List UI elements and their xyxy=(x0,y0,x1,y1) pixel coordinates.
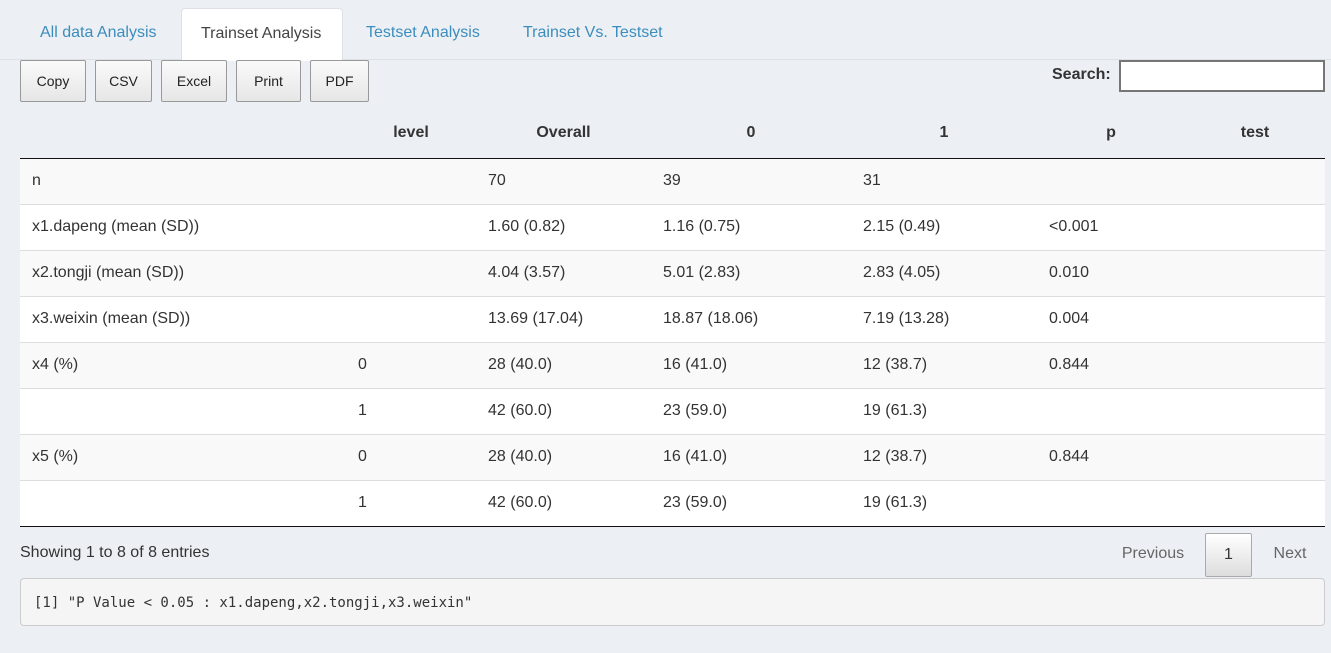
test-cell xyxy=(1185,203,1325,250)
group-0-cell: 16 (41.0) xyxy=(651,433,851,480)
level-cell xyxy=(346,203,476,250)
group-1-cell: 31 xyxy=(851,158,1037,204)
test-cell xyxy=(1185,433,1325,480)
overall-cell: 28 (40.0) xyxy=(476,341,651,388)
p-value-cell: 0.010 xyxy=(1037,249,1185,296)
p-value-cell: 0.004 xyxy=(1037,295,1185,342)
table-row: 1 42 (60.0) 23 (59.0) 19 (61.3) xyxy=(20,387,1325,434)
level-cell xyxy=(346,249,476,296)
data-table: level Overall 0 1 p test n 70 39 31 x1.dapen… xyxy=(20,108,1325,527)
column-header-level[interactable]: level xyxy=(346,108,476,159)
next-page-button[interactable]: Next xyxy=(1260,533,1320,577)
p-value-cell xyxy=(1037,479,1185,527)
variable-cell: x5 (%) xyxy=(20,433,346,480)
overall-cell: 4.04 (3.57) xyxy=(476,249,651,296)
overall-cell: 42 (60.0) xyxy=(476,387,651,434)
search-input[interactable] xyxy=(1119,60,1325,92)
table-row: x2.tongji (mean (SD)) 4.04 (3.57) 5.01 (2.… xyxy=(20,249,1325,296)
test-cell xyxy=(1185,295,1325,342)
level-cell: 1 xyxy=(346,479,476,527)
tab-trainset-vs-testset[interactable]: Trainset Vs. Testset xyxy=(504,8,682,60)
test-cell xyxy=(1185,158,1325,204)
table-header-row: level Overall 0 1 p test xyxy=(20,108,1325,159)
level-cell: 0 xyxy=(346,341,476,388)
print-button[interactable]: Print xyxy=(236,60,301,102)
variable-cell xyxy=(20,479,346,527)
overall-cell: 1.60 (0.82) xyxy=(476,203,651,250)
group-1-cell: 7.19 (13.28) xyxy=(851,295,1037,342)
page-1-button[interactable]: 1 xyxy=(1205,533,1252,577)
level-cell: 0 xyxy=(346,433,476,480)
test-cell xyxy=(1185,479,1325,527)
column-header[interactable] xyxy=(20,108,346,159)
excel-button[interactable]: Excel xyxy=(161,60,227,102)
previous-page-button[interactable]: Previous xyxy=(1107,533,1199,577)
overall-cell: 70 xyxy=(476,158,651,204)
column-header-p[interactable]: p xyxy=(1037,108,1185,159)
group-1-cell: 2.83 (4.05) xyxy=(851,249,1037,296)
tab-trainset-analysis[interactable]: Trainset Analysis xyxy=(181,8,343,61)
column-header-test[interactable]: test xyxy=(1185,108,1325,159)
group-0-cell: 39 xyxy=(651,158,851,204)
p-value-cell xyxy=(1037,387,1185,434)
group-1-cell: 2.15 (0.49) xyxy=(851,203,1037,250)
variable-cell: x3.weixin (mean (SD)) xyxy=(20,295,346,342)
group-1-cell: 12 (38.7) xyxy=(851,341,1037,388)
group-0-cell: 1.16 (0.75) xyxy=(651,203,851,250)
csv-button[interactable]: CSV xyxy=(95,60,152,102)
variable-cell: x2.tongji (mean (SD)) xyxy=(20,249,346,296)
group-0-cell: 16 (41.0) xyxy=(651,341,851,388)
table-row: x4 (%) 0 28 (40.0) 16 (41.0) 12 (38.7) 0.844 xyxy=(20,341,1325,388)
tab-testset-analysis[interactable]: Testset Analysis xyxy=(347,8,499,60)
p-value-cell: 0.844 xyxy=(1037,341,1185,388)
p-value-cell: <0.001 xyxy=(1037,203,1185,250)
pdf-button[interactable]: PDF xyxy=(310,60,369,102)
p-value-cell: 0.844 xyxy=(1037,433,1185,480)
variable-cell: x1.dapeng (mean (SD)) xyxy=(20,203,346,250)
table-row: 1 42 (60.0) 23 (59.0) 19 (61.3) xyxy=(20,479,1325,527)
group-1-cell: 19 (61.3) xyxy=(851,479,1037,527)
column-header-0[interactable]: 0 xyxy=(651,108,851,159)
group-0-cell: 23 (59.0) xyxy=(651,387,851,434)
column-header-overall[interactable]: Overall xyxy=(476,108,651,159)
table-row: n 70 39 31 xyxy=(20,158,1325,204)
overall-cell: 42 (60.0) xyxy=(476,479,651,527)
group-0-cell: 23 (59.0) xyxy=(651,479,851,527)
search-label: Search: xyxy=(1052,66,1111,83)
level-cell xyxy=(346,158,476,204)
tab-bar: All data Analysis Trainset Analysis Test… xyxy=(0,0,1331,61)
table-row: x3.weixin (mean (SD)) 13.69 (17.04) 18.87 … xyxy=(20,295,1325,342)
variable-cell xyxy=(20,387,346,434)
variable-cell: x4 (%) xyxy=(20,341,346,388)
column-header-1[interactable]: 1 xyxy=(851,108,1037,159)
table-row: x1.dapeng (mean (SD)) 1.60 (0.82) 1.16 (0.… xyxy=(20,203,1325,250)
test-cell xyxy=(1185,249,1325,296)
tab-all-data-analysis[interactable]: All data Analysis xyxy=(21,8,176,60)
level-cell xyxy=(346,295,476,342)
table-info: Showing 1 to 8 of 8 entries xyxy=(20,544,210,561)
group-1-cell: 19 (61.3) xyxy=(851,387,1037,434)
console-output: [1] "P Value < 0.05 : x1.dapeng,x2.tongj… xyxy=(20,578,1325,626)
level-cell: 1 xyxy=(346,387,476,434)
group-0-cell: 5.01 (2.83) xyxy=(651,249,851,296)
overall-cell: 13.69 (17.04) xyxy=(476,295,651,342)
copy-button[interactable]: Copy xyxy=(20,60,86,102)
group-0-cell: 18.87 (18.06) xyxy=(651,295,851,342)
test-cell xyxy=(1185,387,1325,434)
overall-cell: 28 (40.0) xyxy=(476,433,651,480)
table-row: x5 (%) 0 28 (40.0) 16 (41.0) 12 (38.7) 0.844 xyxy=(20,433,1325,480)
group-1-cell: 12 (38.7) xyxy=(851,433,1037,480)
variable-cell: n xyxy=(20,158,346,204)
p-value-cell xyxy=(1037,158,1185,204)
test-cell xyxy=(1185,341,1325,388)
